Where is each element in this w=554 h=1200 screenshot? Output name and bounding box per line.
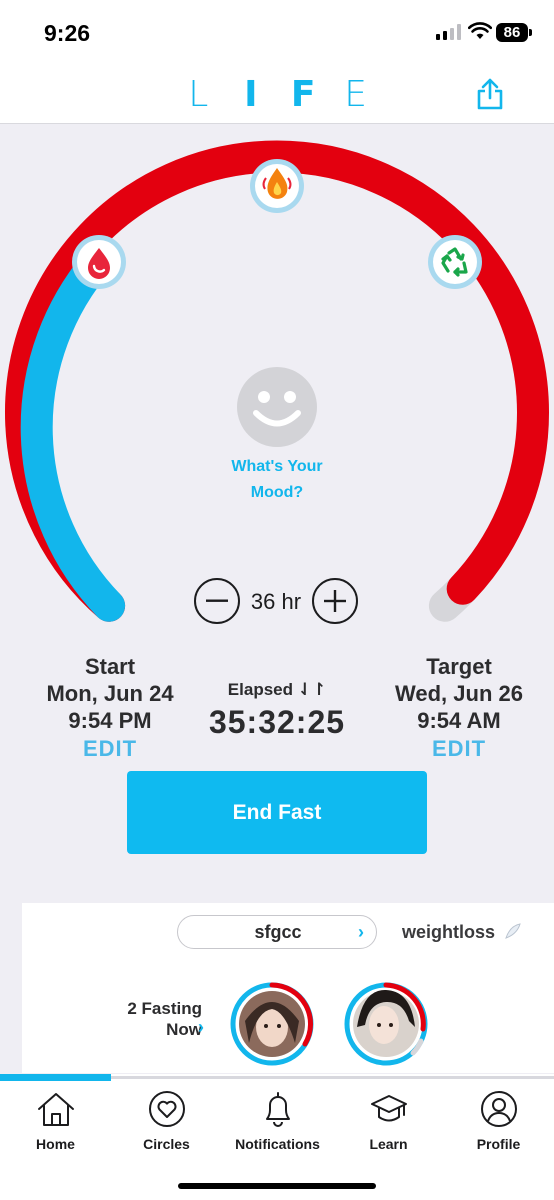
elapsed-label[interactable]: Elapsed ⇃↾ [180,680,374,700]
app-logo: L I F E [0,74,554,115]
bell-icon [265,1092,290,1127]
tab-label-profile: Profile [476,1136,521,1152]
logo-letter-e: E [344,74,368,115]
target-info: Target Wed, Jun 26 9:54 AM EDIT [364,654,554,762]
status-bar: 9:26 86 [0,0,554,64]
decrease-hours-button[interactable] [194,578,240,624]
heart-circle-icon [148,1091,185,1127]
target-label: Target [426,654,492,679]
circle-tag-weightloss[interactable]: weightloss [402,922,522,943]
tab-label-notifications: Notifications [235,1136,320,1152]
person-icon [480,1091,517,1127]
milestone-recycle[interactable] [428,235,482,289]
graduation-cap-icon [370,1095,407,1122]
member-avatar[interactable] [343,981,429,1067]
fast-duration-hours: 36 hr [250,589,302,614]
chevron-right-icon: › [358,922,364,942]
fasting-now-line2: Now [166,1020,202,1039]
mood-prompt-line1: What's Your [231,458,323,475]
mood-face-icon[interactable] [236,366,318,448]
logo-letter-f: F [290,74,316,115]
bottom-tab-bar: Home Circles Notifications Learn Profile [0,1074,554,1200]
wifi-icon [468,22,492,39]
edit-target-button[interactable]: EDIT [364,736,554,762]
tab-label-circles: Circles [143,1136,190,1152]
fasting-now-line1: 2 Fasting [127,999,202,1018]
target-date: Wed, Jun 26 [395,681,523,706]
tab-circles[interactable]: Circles [111,1090,222,1152]
member-avatar[interactable] [229,981,315,1067]
tab-profile[interactable]: Profile [443,1090,554,1152]
duration-stepper: 36 hr [194,578,360,626]
circle-tag-label: weightloss [402,922,496,942]
tab-indicator-track [111,1076,554,1079]
logo-letter-i: I [244,74,258,115]
milestone-flame[interactable] [250,159,304,213]
tab-notifications[interactable]: Notifications [222,1090,333,1152]
end-fast-button[interactable]: End Fast [127,771,427,854]
plus-icon [324,590,346,612]
mood-prompt[interactable]: What's Your Mood? [177,454,377,506]
logo-letter-l: L [188,74,209,115]
home-icon [37,1093,74,1126]
chevron-right-icon: › [198,1017,204,1037]
active-tab-indicator [0,1074,111,1081]
elapsed-info: Elapsed ⇃↾ 35:32:25 [180,680,374,741]
milestone-drop[interactable] [72,235,126,289]
circle-selector-pill[interactable]: sfgcc › [177,915,377,949]
tab-label-home: Home [36,1136,75,1152]
start-label: Start [84,654,136,679]
circles-card: sfgcc › weightloss 2 Fasting Now › [22,903,554,1073]
status-time: 9:26 [44,20,91,46]
feather-icon [505,923,521,939]
app-header: L I F E [0,64,554,124]
tab-label-learn: Learn [369,1136,408,1152]
home-indicator [178,1183,376,1189]
battery-indicator: 86 [496,23,532,42]
share-icon[interactable] [476,78,504,110]
elapsed-timer: 35:32:25 [208,704,346,740]
target-time: 9:54 AM [417,708,501,733]
minus-icon [206,599,228,602]
fasting-now-link[interactable]: 2 Fasting Now [92,998,202,1040]
increase-hours-button[interactable] [312,578,358,624]
cellular-signal-icon [436,24,461,40]
mood-prompt-line2: Mood? [250,484,304,501]
tab-home[interactable]: Home [0,1090,111,1152]
selected-circle-name: sfgcc [254,922,302,942]
tab-learn[interactable]: Learn [333,1090,444,1152]
